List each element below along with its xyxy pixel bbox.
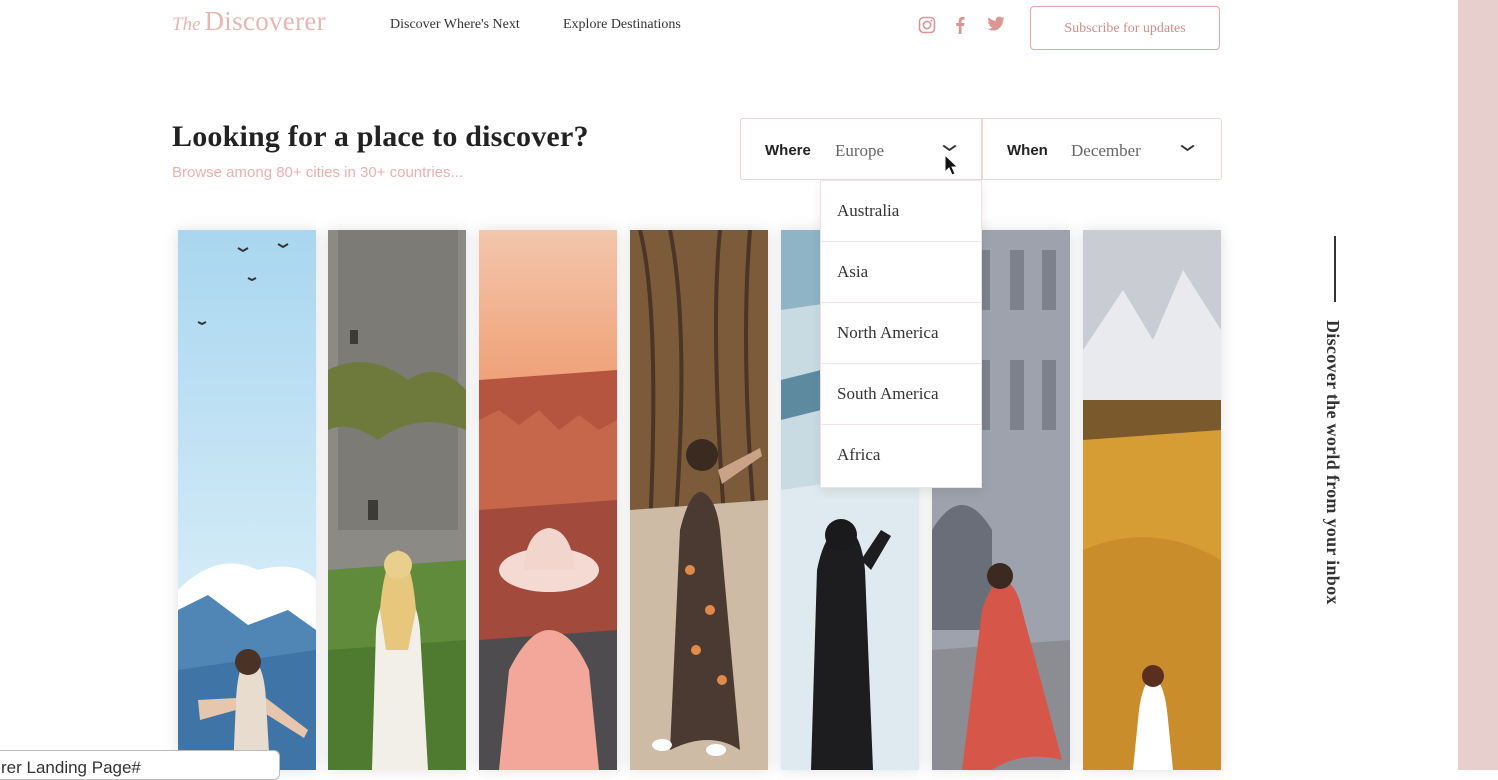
mouse-cursor-icon — [944, 153, 959, 181]
facebook-icon[interactable] — [954, 16, 966, 39]
page-headline: Looking for a place to discover? — [172, 120, 589, 153]
page-subheadline: Browse among 80+ cities in 30+ countries… — [172, 164, 463, 181]
when-label: When — [1007, 142, 1048, 159]
destination-photo-1[interactable] — [178, 230, 316, 770]
where-label: Where — [765, 142, 811, 159]
logo-prefix: The — [172, 14, 201, 35]
side-caption: Discover the world from your inbox — [1323, 320, 1343, 605]
right-edge-strip — [1458, 0, 1498, 770]
where-dropdown-menu: Australia Asia North America South Ameri… — [820, 180, 982, 488]
instagram-icon[interactable] — [918, 16, 936, 39]
side-caption-line — [1334, 236, 1336, 302]
logo-name: Discoverer — [204, 6, 326, 36]
browser-tooltip: rer Landing Page# — [0, 750, 280, 780]
destination-search-box: Where Europe When December — [740, 118, 1222, 180]
nav-link-explore-destinations[interactable]: Explore Destinations — [563, 17, 681, 33]
destination-photo-4[interactable] — [630, 230, 768, 770]
site-logo[interactable]: The Discoverer — [172, 6, 326, 37]
destination-photo-2[interactable] — [328, 230, 466, 770]
subscribe-button[interactable]: Subscribe for updates — [1030, 6, 1220, 50]
when-select[interactable]: When December — [983, 119, 1221, 179]
twitter-icon[interactable] — [987, 16, 1005, 37]
chevron-down-icon — [1180, 139, 1195, 157]
where-value: Europe — [835, 141, 885, 160]
dropdown-option-asia[interactable]: Asia — [821, 242, 981, 303]
dropdown-option-south-america[interactable]: South America — [821, 364, 981, 425]
dropdown-option-north-america[interactable]: North America — [821, 303, 981, 364]
destination-photo-3[interactable] — [479, 230, 617, 770]
when-value: December — [1071, 141, 1141, 160]
destination-photo-7[interactable] — [1083, 230, 1221, 770]
dropdown-option-africa[interactable]: Africa — [821, 425, 981, 486]
nav-link-discover-where-next[interactable]: Discover Where's Next — [390, 17, 520, 33]
dropdown-option-australia[interactable]: Australia — [821, 181, 981, 242]
